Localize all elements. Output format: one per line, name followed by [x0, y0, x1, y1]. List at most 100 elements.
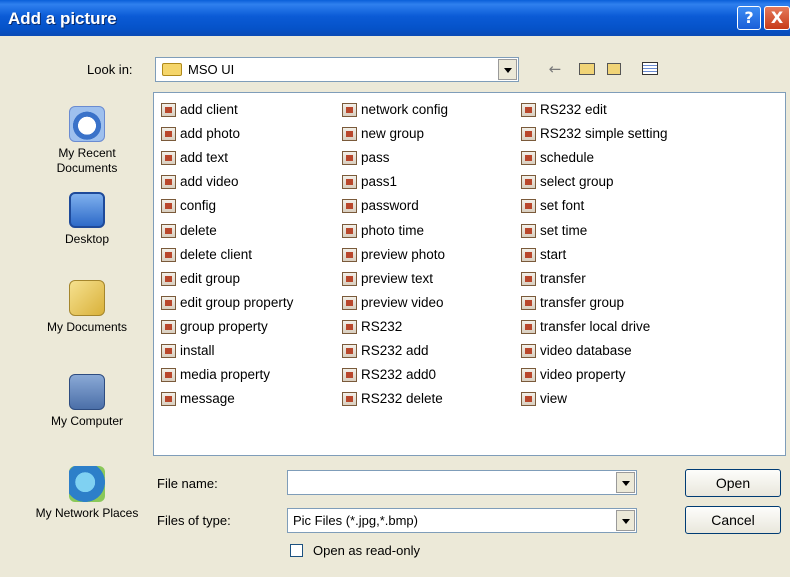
- help-button[interactable]: ?: [737, 6, 761, 30]
- file-item-label: edit group: [180, 270, 241, 286]
- file-item[interactable]: RS232 add0: [339, 365, 436, 385]
- file-name-field[interactable]: [287, 470, 637, 495]
- picture-file-icon: [342, 151, 357, 166]
- file-item[interactable]: install: [158, 341, 215, 361]
- recent-documents-icon: [69, 106, 105, 142]
- file-item-label: set font: [540, 198, 585, 214]
- picture-file-icon: [342, 103, 357, 117]
- file-item[interactable]: select group: [518, 172, 614, 192]
- file-item-label: RS232 simple setting: [540, 126, 668, 142]
- place-my-documents[interactable]: My Documents: [28, 280, 146, 335]
- picture-file-icon: [161, 175, 176, 190]
- file-item[interactable]: delete: [158, 221, 217, 241]
- new-folder-button[interactable]: [602, 58, 626, 80]
- file-item[interactable]: view: [518, 389, 567, 409]
- file-item-label: RS232: [361, 318, 403, 334]
- file-item[interactable]: add text: [158, 148, 228, 168]
- views-menu-button[interactable]: [638, 58, 662, 80]
- place-my-network-places[interactable]: My Network Places: [28, 466, 146, 521]
- picture-file-icon: [521, 151, 536, 166]
- file-item-label: view: [540, 391, 568, 407]
- file-item[interactable]: set time: [518, 221, 587, 241]
- read-only-label: Open as read-only: [313, 543, 420, 558]
- read-only-checkbox[interactable]: [290, 544, 303, 557]
- close-button[interactable]: X: [764, 6, 790, 30]
- file-item-label: delete: [180, 222, 217, 238]
- title-bar: Add a picture ? X: [0, 0, 790, 36]
- picture-file-icon: [521, 392, 536, 407]
- file-item[interactable]: transfer group: [518, 293, 624, 313]
- look-in-dropdown[interactable]: MSO UI: [155, 57, 519, 82]
- file-item[interactable]: add client: [158, 100, 238, 120]
- file-item-label: preview text: [361, 270, 434, 286]
- file-item[interactable]: delete client: [158, 245, 252, 265]
- file-item[interactable]: network config: [339, 100, 448, 120]
- file-item-label: RS232 add0: [361, 367, 437, 383]
- file-item[interactable]: media property: [158, 365, 270, 385]
- picture-file-icon: [342, 368, 357, 383]
- picture-file-icon: [161, 247, 176, 262]
- file-item-label: transfer: [540, 270, 586, 286]
- file-list[interactable]: add client add photo add text add video conf…: [153, 92, 786, 456]
- file-item[interactable]: preview text: [339, 269, 433, 289]
- file-item[interactable]: group property: [158, 317, 268, 337]
- file-item[interactable]: transfer: [518, 269, 586, 289]
- picture-file-icon: [161, 151, 176, 166]
- file-item-label: message: [180, 391, 235, 407]
- file-item[interactable]: preview photo: [339, 245, 445, 265]
- picture-file-icon: [521, 103, 536, 117]
- place-my-recent-documents[interactable]: My Recent Documents: [28, 106, 146, 176]
- file-item[interactable]: edit group property: [158, 293, 293, 313]
- folder-icon: [162, 63, 182, 76]
- chevron-down-icon[interactable]: [616, 472, 635, 493]
- file-item[interactable]: RS232 add: [339, 341, 429, 361]
- picture-file-icon: [521, 127, 536, 142]
- network-places-icon: [69, 466, 105, 502]
- file-item[interactable]: video database: [518, 341, 632, 361]
- file-item[interactable]: transfer local drive: [518, 317, 650, 337]
- file-item[interactable]: schedule: [518, 148, 594, 168]
- file-item[interactable]: set font: [518, 196, 584, 216]
- file-item[interactable]: message: [158, 389, 235, 409]
- file-item[interactable]: video property: [518, 365, 626, 385]
- my-computer-icon: [69, 374, 105, 410]
- file-item-label: new group: [361, 126, 425, 142]
- place-my-computer[interactable]: My Computer: [28, 374, 146, 429]
- file-item[interactable]: RS232: [339, 317, 402, 337]
- file-item[interactable]: photo time: [339, 221, 424, 241]
- file-item[interactable]: config: [158, 196, 216, 216]
- file-item[interactable]: RS232 delete: [339, 389, 443, 409]
- place-desktop[interactable]: Desktop: [28, 192, 146, 247]
- picture-file-icon: [521, 319, 536, 334]
- up-folder-button[interactable]: [576, 58, 598, 80]
- file-item[interactable]: password: [339, 196, 419, 216]
- file-item[interactable]: pass1: [339, 172, 397, 192]
- file-type-dropdown[interactable]: Pic Files (*.jpg,*.bmp): [287, 508, 637, 533]
- chevron-down-icon[interactable]: [498, 59, 517, 80]
- file-item[interactable]: start: [518, 245, 566, 265]
- file-item[interactable]: RS232 simple setting: [518, 124, 668, 144]
- file-item[interactable]: preview video: [339, 293, 444, 313]
- file-item-label: delete client: [180, 246, 253, 262]
- file-item-label: edit group property: [180, 294, 294, 310]
- file-item-label: media property: [180, 367, 271, 383]
- file-item[interactable]: edit group: [158, 269, 240, 289]
- file-item-label: add video: [180, 174, 239, 190]
- file-item[interactable]: add photo: [158, 124, 240, 144]
- chevron-down-icon[interactable]: [616, 510, 635, 531]
- open-button[interactable]: Open: [685, 469, 781, 497]
- file-item[interactable]: new group: [339, 124, 424, 144]
- back-button[interactable]: ←: [544, 58, 566, 80]
- picture-file-icon: [342, 127, 357, 142]
- desktop-icon: [69, 192, 105, 228]
- file-item[interactable]: add video: [158, 172, 239, 192]
- file-item[interactable]: pass: [339, 148, 390, 168]
- look-in-value: MSO UI: [188, 62, 235, 77]
- picture-file-icon: [342, 319, 357, 334]
- file-item-label: add client: [180, 102, 238, 117]
- file-item[interactable]: RS232 edit: [518, 100, 607, 120]
- picture-file-icon: [521, 199, 536, 214]
- cancel-button[interactable]: Cancel: [685, 506, 781, 534]
- picture-file-icon: [342, 271, 357, 286]
- place-label: Desktop: [64, 232, 110, 246]
